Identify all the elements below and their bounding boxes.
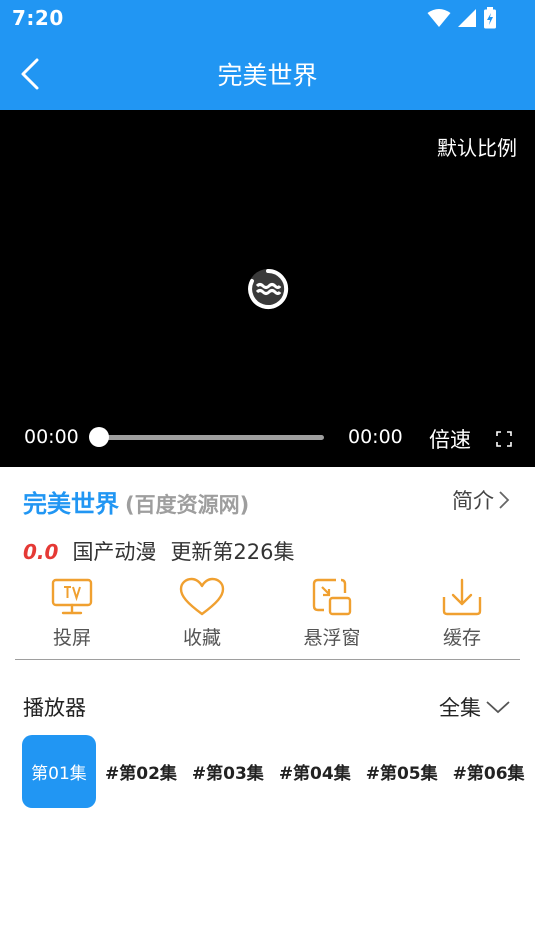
- all-episodes-button[interactable]: 全集: [439, 692, 511, 722]
- download-icon: [442, 578, 482, 616]
- action-label: 收藏: [182, 627, 221, 649]
- chevron-right-icon: [499, 491, 510, 509]
- wifi-icon: [427, 9, 451, 27]
- episode-item[interactable]: #第06集: [453, 759, 525, 784]
- loading-spinner-icon: [248, 268, 289, 309]
- episode-item[interactable]: #第05集: [366, 759, 438, 784]
- speed-button[interactable]: 倍速: [429, 424, 471, 454]
- fullscreen-icon[interactable]: [496, 431, 512, 447]
- episode-item[interactable]: #第03集: [192, 759, 264, 784]
- action-label: 悬浮窗: [303, 627, 361, 649]
- signal-icon: [458, 9, 476, 27]
- action-label: 投屏: [52, 627, 91, 649]
- update-status: 更新第226集: [170, 540, 295, 564]
- total-time: 00:00: [348, 426, 403, 448]
- floating-window-button[interactable]: 悬浮窗: [282, 577, 382, 650]
- cast-button[interactable]: 投屏: [22, 577, 122, 650]
- episode-list: 第01集 #第02集 #第03集 #第04集 #第05集 #第06集: [22, 735, 535, 808]
- chevron-down-icon: [486, 701, 510, 714]
- progress-knob[interactable]: [89, 427, 109, 447]
- player-section-title: 播放器: [23, 696, 86, 720]
- title-row: 完美世界 (百度资源网): [23, 484, 249, 519]
- download-button[interactable]: 缓存: [412, 577, 512, 650]
- floating-window-icon: [312, 578, 352, 616]
- current-time: 00:00: [24, 426, 79, 448]
- meta-row: 0.0 国产动漫 更新第226集: [23, 536, 295, 566]
- episode-item[interactable]: #第04集: [279, 759, 351, 784]
- favorite-button[interactable]: 收藏: [152, 577, 252, 650]
- page-title: 完美世界: [217, 61, 318, 90]
- intro-button[interactable]: 简介: [452, 485, 510, 515]
- score: 0.0: [23, 540, 59, 564]
- aspect-ratio-button[interactable]: 默认比例: [437, 132, 517, 161]
- show-title: 完美世界: [23, 490, 119, 518]
- heart-icon: [179, 577, 225, 616]
- genre: 国产动漫: [72, 540, 157, 564]
- video-player[interactable]: 默认比例 00:00 00:00 倍速: [0, 110, 535, 467]
- status-icons: [427, 6, 497, 30]
- action-bar: 投屏 收藏 悬浮窗 缓存: [0, 577, 535, 657]
- intro-label: 简介: [452, 489, 494, 513]
- all-episodes-label: 全集: [439, 696, 481, 720]
- progress-track[interactable]: [100, 435, 324, 440]
- episode-item[interactable]: #第02集: [105, 759, 177, 784]
- divider: [15, 659, 520, 660]
- tv-cast-icon: [51, 578, 93, 615]
- battery-icon: [484, 7, 496, 29]
- top-app-bar: 7:20 完美世界: [0, 0, 535, 110]
- status-time: 7:20: [12, 6, 64, 30]
- source-label: (百度资源网): [125, 493, 250, 517]
- action-label: 缓存: [442, 627, 481, 649]
- episode-item-active[interactable]: 第01集: [22, 735, 96, 808]
